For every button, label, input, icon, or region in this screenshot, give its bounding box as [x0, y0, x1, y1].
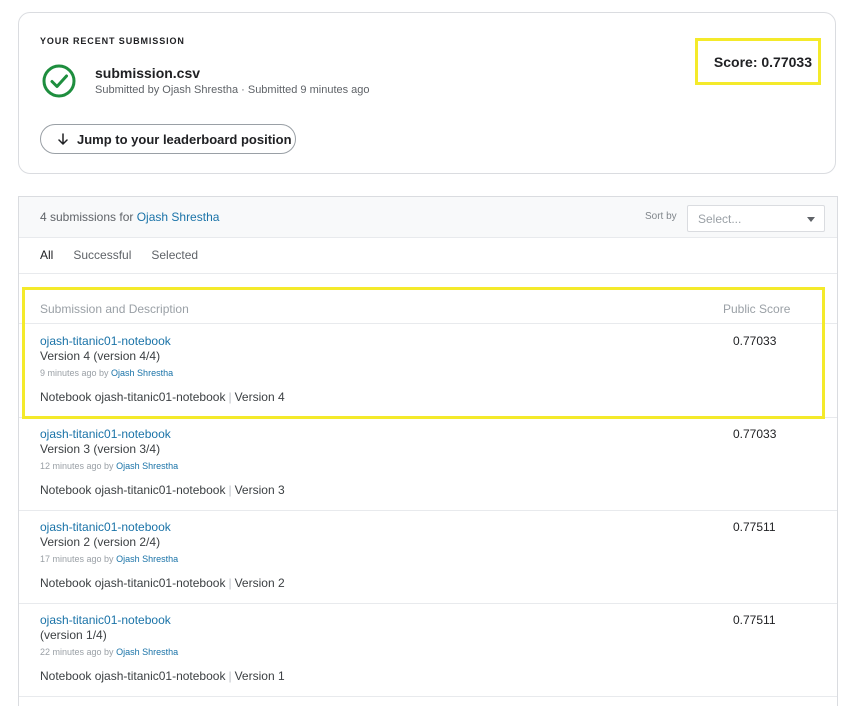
submission-time-text: 17 minutes ago by — [40, 554, 117, 564]
table-row: ojash-titanic01-notebook Version 2 (vers… — [19, 510, 837, 604]
submission-filename: submission.csv — [95, 65, 201, 81]
public-score: 0.77033 — [733, 427, 777, 441]
submission-count-prefix: 4 submissions for — [40, 210, 137, 224]
table-row: ojash-titanic01-notebook Version 4 (vers… — [19, 324, 837, 418]
column-header-score: Public Score — [723, 302, 791, 316]
sort-select[interactable]: Select... — [687, 205, 825, 232]
column-header-submission: Submission and Description — [40, 302, 189, 316]
tab-selected[interactable]: Selected — [151, 248, 198, 262]
notebook-info: Notebook ojash-titanic01-notebook | Versio… — [40, 669, 285, 683]
author-link[interactable]: Ojash Shrestha — [116, 461, 178, 471]
author-link[interactable]: Ojash Shrestha — [111, 368, 173, 378]
check-circle-icon — [42, 64, 76, 98]
recent-submission-card: YOUR RECENT SUBMISSION submission.csv Su… — [18, 12, 836, 174]
submission-count: 4 submissions for Ojash Shrestha — [40, 210, 219, 224]
submissions-header: 4 submissions for Ojash Shrestha Sort by… — [19, 197, 837, 238]
submission-version: Version 2 (version 2/4) — [40, 535, 161, 549]
public-score: 0.77511 — [733, 520, 776, 534]
notebook-version: Version 4 — [234, 390, 285, 404]
submission-time-text: 12 minutes ago by — [40, 461, 117, 471]
chevron-down-icon — [807, 217, 815, 222]
notebook-info: Notebook ojash-titanic01-notebook | Versio… — [40, 390, 285, 404]
tab-all[interactable]: All — [40, 248, 53, 262]
public-score: 0.77033 — [733, 334, 777, 348]
submission-title-link[interactable]: ojash-titanic01-notebook — [40, 520, 171, 534]
author-link[interactable]: Ojash Shrestha — [116, 647, 178, 657]
submission-title-link[interactable]: ojash-titanic01-notebook — [40, 334, 171, 348]
submission-meta: Submitted by Ojash Shrestha · Submitted … — [95, 84, 370, 96]
submission-time: 9 minutes ago by Ojash Shrestha — [40, 368, 173, 378]
table-row: ojash-titanic01-notebook Version 3 (vers… — [19, 417, 837, 511]
score-highlight: Score: 0.77033 — [695, 38, 821, 85]
public-score: 0.77511 — [733, 613, 776, 627]
notebook-version: Version 2 — [234, 576, 285, 590]
author-link[interactable]: Ojash Shrestha — [116, 554, 178, 564]
filter-tabs: All Successful Selected — [40, 248, 198, 262]
submission-time-text: 22 minutes ago by — [40, 647, 117, 657]
submission-version: Version 4 (version 4/4) — [40, 349, 161, 363]
submission-version: (version 1/4) — [40, 628, 107, 642]
sort-select-value: Select... — [698, 212, 742, 226]
submission-time: 22 minutes ago by Ojash Shrestha — [40, 647, 178, 657]
notebook-version: Version 3 — [234, 483, 285, 497]
submission-time: 12 minutes ago by Ojash Shrestha — [40, 461, 178, 471]
jump-to-leaderboard-button[interactable]: Jump to your leaderboard position — [40, 124, 296, 154]
notebook-version: Version 1 — [234, 669, 285, 683]
notebook-name: Notebook ojash-titanic01-notebook — [40, 576, 226, 590]
table-row: ojash-titanic01-notebook (version 1/4) 2… — [19, 603, 837, 697]
notebook-info: Notebook ojash-titanic01-notebook | Versio… — [40, 576, 285, 590]
notebook-name: Notebook ojash-titanic01-notebook — [40, 483, 226, 497]
recent-submission-label: YOUR RECENT SUBMISSION — [40, 36, 185, 46]
submission-time-text: 9 minutes ago by — [40, 368, 112, 378]
notebook-name: Notebook ojash-titanic01-notebook — [40, 390, 226, 404]
notebook-info: Notebook ojash-titanic01-notebook | Versio… — [40, 483, 285, 497]
divider — [19, 273, 837, 274]
submissions-panel: 4 submissions for Ojash Shrestha Sort by… — [18, 196, 838, 706]
submission-version: Version 3 (version 3/4) — [40, 442, 161, 456]
tab-successful[interactable]: Successful — [73, 248, 131, 262]
jump-button-label: Jump to your leaderboard position — [77, 131, 292, 147]
submission-title-link[interactable]: ojash-titanic01-notebook — [40, 613, 171, 627]
submission-count-user[interactable]: Ojash Shrestha — [137, 210, 220, 224]
notebook-name: Notebook ojash-titanic01-notebook — [40, 669, 226, 683]
sort-label: Sort by — [645, 211, 677, 222]
recent-score: Score: 0.77033 — [713, 54, 812, 70]
submission-time: 17 minutes ago by Ojash Shrestha — [40, 554, 178, 564]
submission-title-link[interactable]: ojash-titanic01-notebook — [40, 427, 171, 441]
arrow-down-icon — [58, 133, 68, 145]
